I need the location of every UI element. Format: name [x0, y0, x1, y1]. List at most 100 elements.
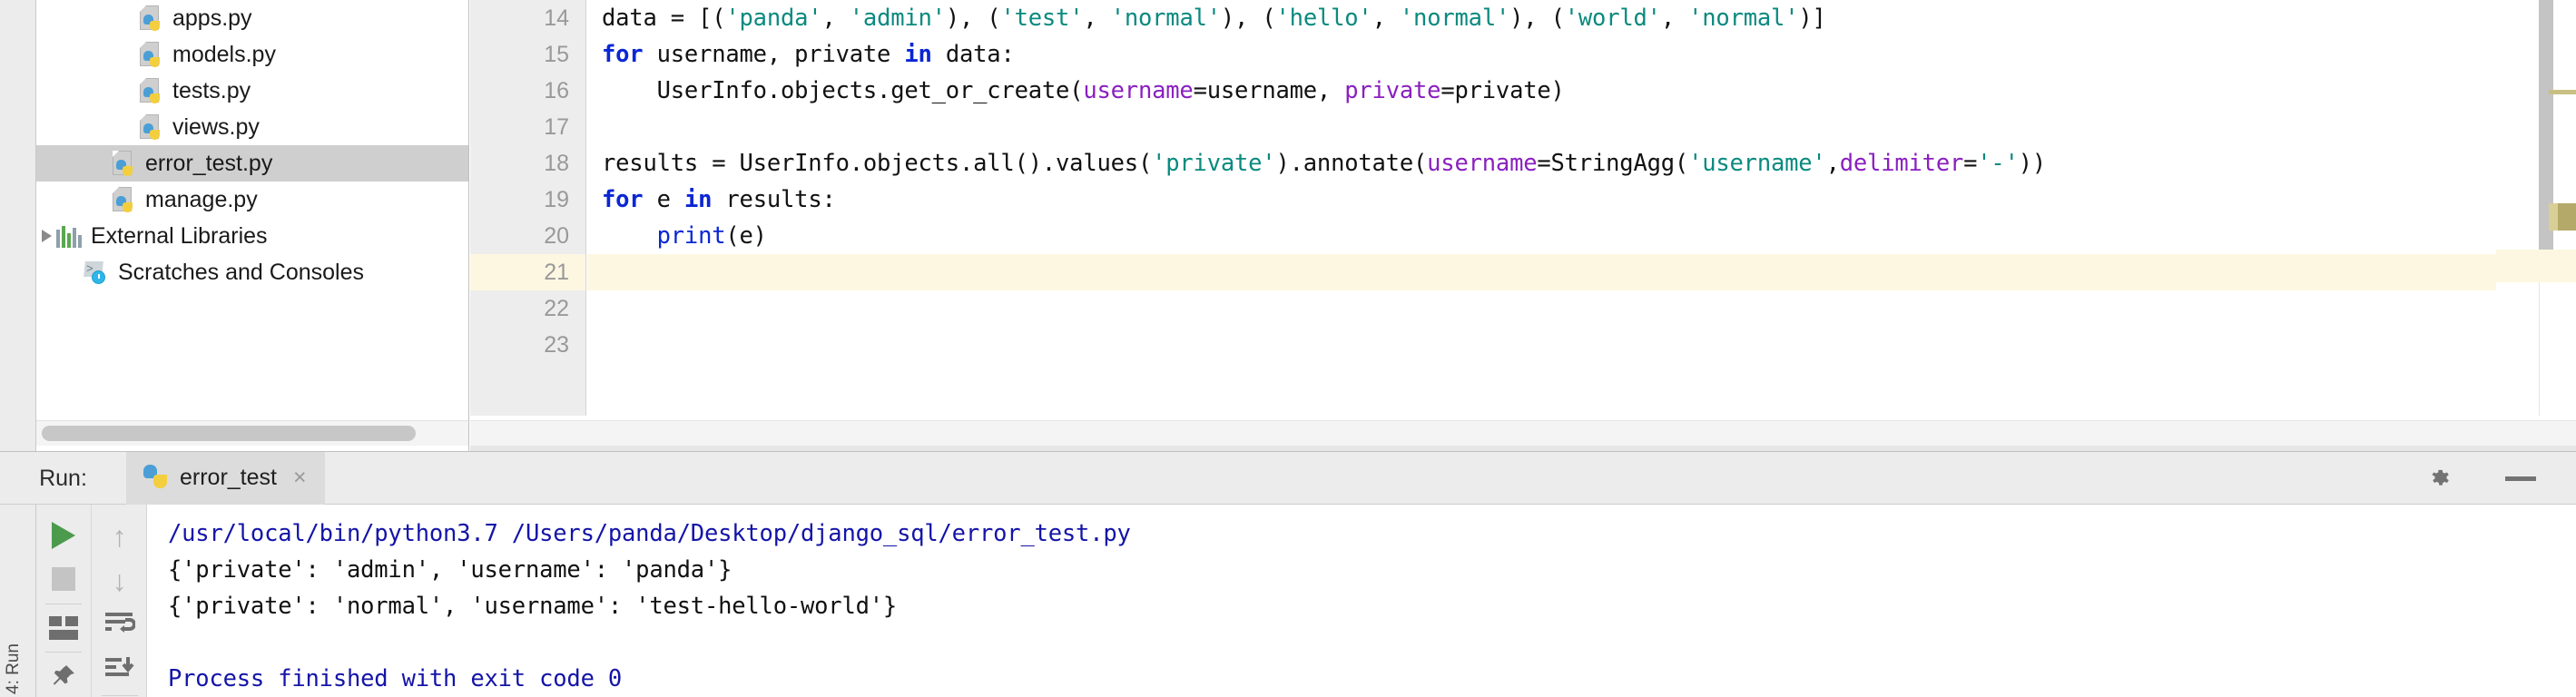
- editor-horizontal-scrollbar[interactable]: [470, 420, 2576, 446]
- code-token-plain: =StringAgg(: [1537, 150, 1689, 177]
- line-number[interactable]: 22: [470, 290, 585, 327]
- scroll-to-end-icon: [104, 656, 135, 686]
- code-line[interactable]: for username, private in data:: [587, 36, 2496, 73]
- code-area[interactable]: data = [('panda', 'admin'), ('test', 'no…: [587, 0, 2496, 416]
- code-line[interactable]: [587, 327, 2496, 363]
- sidebar-item-external-libraries[interactable]: External Libraries: [36, 218, 468, 254]
- code-token-kw: for: [602, 41, 644, 68]
- run-tool-window: Run: error_test × 4: Run ↑ ↓ /usr/local/…: [0, 451, 2576, 697]
- code-line[interactable]: [587, 254, 2496, 290]
- code-line[interactable]: results = UserInfo.objects.all().values(…: [587, 145, 2496, 182]
- sidebar-item-apps-py[interactable]: apps.py: [36, 0, 468, 36]
- sidebar-item-label: Scratches and Consoles: [118, 259, 364, 285]
- code-token-plain: ,: [1083, 5, 1111, 32]
- python-file-icon: [111, 186, 136, 213]
- line-number[interactable]: 18: [470, 145, 585, 182]
- line-number[interactable]: 16: [470, 73, 585, 109]
- project-sidebar[interactable]: apps.py models.py tests.py views.py error_te…: [36, 0, 469, 451]
- code-token-plain: (e): [725, 222, 767, 250]
- toolbar-separator-2: [45, 651, 82, 653]
- line-number[interactable]: 19: [470, 182, 585, 218]
- console-output[interactable]: /usr/local/bin/python3.7 /Users/panda/De…: [148, 505, 2576, 697]
- soft-wrap-icon: [104, 611, 136, 641]
- code-line[interactable]: print(e): [587, 218, 2496, 254]
- code-token-plain: ), (: [945, 5, 1001, 32]
- line-number[interactable]: 15: [470, 36, 585, 73]
- soft-wrap-button[interactable]: [92, 604, 147, 649]
- code-token-kw: in: [904, 41, 932, 68]
- sidebar-item-manage-py[interactable]: manage.py: [36, 182, 468, 218]
- toolbar-separator-3: [101, 695, 138, 697]
- change-marker-block-dark: [2558, 203, 2576, 231]
- run-rail-label[interactable]: 4: Run: [4, 643, 24, 694]
- minimize-icon[interactable]: [2505, 476, 2536, 481]
- sidebar-item-error-test-py[interactable]: error_test.py: [36, 145, 468, 182]
- console-line: Process finished with exit code 0: [168, 665, 623, 692]
- code-line[interactable]: [587, 109, 2496, 145]
- line-number[interactable]: 14: [470, 0, 585, 36]
- code-token-plain: )): [2018, 150, 2047, 177]
- down-stack-trace-button[interactable]: ↓: [92, 559, 147, 604]
- code-token-plain: ,: [1372, 5, 1400, 32]
- sidebar-horizontal-scrollbar[interactable]: [36, 420, 468, 446]
- code-token-str: 'normal': [1688, 5, 1799, 32]
- code-token-plain: ), (: [1220, 5, 1276, 32]
- code-token-str: 'hello': [1275, 5, 1372, 32]
- sidebar-item-label: apps.py: [172, 5, 252, 31]
- sidebar-item-models-py[interactable]: models.py: [36, 36, 468, 73]
- code-token-blu: print: [656, 222, 726, 250]
- up-stack-trace-button[interactable]: ↑: [92, 514, 147, 559]
- code-line[interactable]: data = [('panda', 'admin'), ('test', 'no…: [587, 0, 2496, 36]
- line-number[interactable]: 21: [470, 254, 585, 290]
- code-line[interactable]: [587, 290, 2496, 327]
- toggle-tasks-button[interactable]: [36, 605, 92, 649]
- python-file-icon: [111, 150, 136, 177]
- gear-icon[interactable]: [2427, 465, 2454, 492]
- run-toolbar-right-column: ↑ ↓: [92, 505, 147, 697]
- code-token-plain: UserInfo.objects.get_or_create(: [602, 77, 1084, 104]
- line-number[interactable]: 17: [470, 109, 585, 145]
- sidebar-item-scratches-and-consoles[interactable]: > Scratches and Consoles: [36, 254, 468, 290]
- chevron-right-icon[interactable]: [36, 226, 56, 246]
- scroll-to-end-button[interactable]: [92, 649, 147, 694]
- pin-tab-button[interactable]: [36, 654, 92, 697]
- sidebar-item-views-py[interactable]: views.py: [36, 109, 468, 145]
- run-window-rail: 4: Run: [0, 505, 36, 697]
- run-header-actions: [2427, 452, 2576, 505]
- sidebar-item-label: manage.py: [145, 186, 258, 212]
- code-token-plain: =private): [1440, 77, 1565, 104]
- editor-pane[interactable]: 14 15 16 17 18 19 20 21 22 23 data = [('panda', '…: [470, 0, 2576, 451]
- code-token-str: 'normal': [1399, 5, 1510, 32]
- code-line[interactable]: UserInfo.objects.get_or_create(username=…: [587, 73, 2496, 109]
- code-token-str: 'private': [1152, 150, 1276, 177]
- stop-icon: [52, 567, 75, 592]
- stop-button[interactable]: [36, 557, 92, 601]
- code-token-plain: username, private: [643, 41, 905, 68]
- close-icon[interactable]: ×: [293, 465, 307, 491]
- code-token-str: 'admin': [849, 5, 946, 32]
- run-toolbar-left-column: [36, 505, 92, 697]
- python-file-icon: [138, 5, 163, 32]
- play-icon: [52, 522, 75, 550]
- run-tab-error-test[interactable]: error_test ×: [127, 451, 325, 505]
- sidebar-item-tests-py[interactable]: tests.py: [36, 73, 468, 109]
- sidebar-scroll-thumb[interactable]: [42, 426, 416, 441]
- line-number[interactable]: 20: [470, 218, 585, 254]
- console-line: {'private': 'admin', 'username': 'panda'…: [168, 556, 732, 584]
- code-token-plain: data = [(: [602, 5, 726, 32]
- python-file-icon: [138, 113, 163, 141]
- code-token-plain: =: [1963, 150, 1978, 177]
- rerun-button[interactable]: [36, 514, 92, 557]
- sidebar-item-label: models.py: [172, 41, 276, 67]
- editor-scrollbar-area[interactable]: [2496, 0, 2576, 416]
- python-file-icon: [138, 77, 163, 104]
- line-number[interactable]: 23: [470, 327, 585, 363]
- code-line[interactable]: for e in results:: [587, 182, 2496, 218]
